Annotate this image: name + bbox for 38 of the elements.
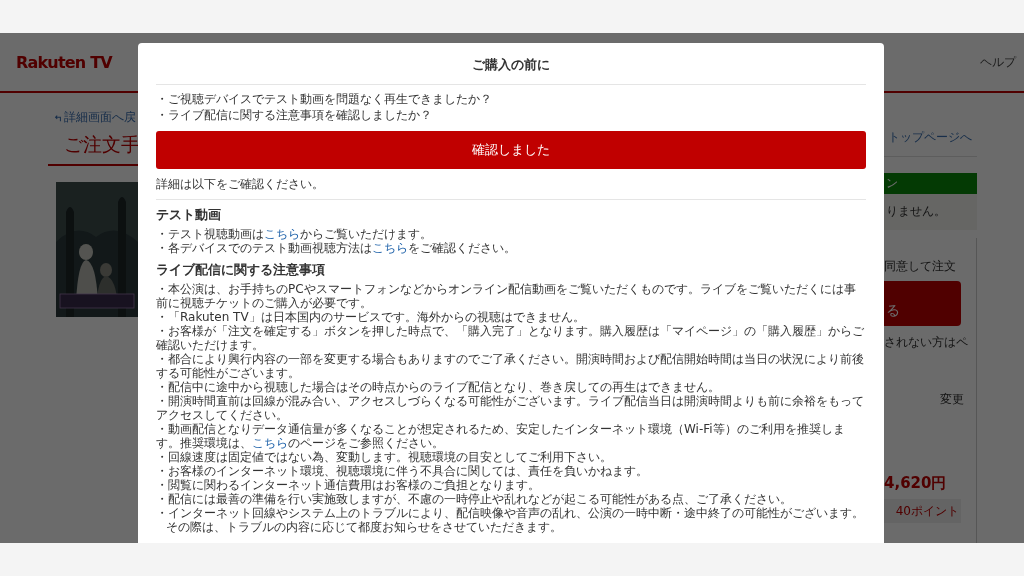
question-text: ・ライブ配信に関する注意事項を確認しましたか？ — [156, 107, 433, 123]
back-arrow-icon — [54, 113, 62, 122]
notice-item: その際は、トラブルの内容に応じて都度お知らせをさせていただきます。 — [165, 520, 563, 534]
help-link[interactable]: ヘルプ — [980, 53, 1016, 71]
notice-text: りません。 — [884, 194, 977, 230]
notice-item: ・回線速度は固定値ではない為、変動します。視聴環境の目安としてご利用下さい。 — [156, 450, 613, 464]
link[interactable]: こちら — [372, 241, 408, 255]
page-title: ご注文手 — [64, 133, 140, 155]
notice-item: ・インターネット回線やシステム上のトラブルにより、配信映像や音声の乱れ、公演の一時中断・途中終了の可能性がございます。 — [156, 506, 865, 520]
section-heading: ライブ配信に関する注意事項 — [156, 261, 326, 279]
notice-item: ・お客様が「注文を確定する」ボタンを押した時点で、「購入完了」となります。購入履歴は「マイページ」の「購入履歴」からご確認いただけます。 — [156, 324, 865, 352]
logo[interactable]: Rakuten TV — [16, 52, 112, 72]
notice-item: ・動画配信となりデータ通信量が多くなることが想定されるため、安定したインターネット環境（Wi-Fi等）のご利用を推奨します。推奨環境は、こちらのページをご参照ください。 — [156, 422, 846, 450]
detail-note: 詳細は以下をご確認ください。 — [156, 176, 325, 193]
notice-item: ・配信中に途中から視聴した場合はその時点からのライブ配信となり、巻き戻しての再生はできません。 — [156, 380, 721, 394]
notice-item: ・「Rakuten TV」は日本国内のサービスです。海外からの視聴はできません。 — [156, 310, 586, 324]
notice-item: ・本公演は、お手持ちのPCやスマートフォンなどからオンライン配信動画をご覧いただくものです。ライブをご覧いただくには事前に視聴チケットのご購入が必要です。 — [156, 282, 857, 310]
notice-item: ・各デバイスでのテスト動画視聴方法はこちら をご確認ください。 — [156, 241, 517, 255]
section-heading: テスト動画 — [156, 206, 222, 224]
question-text: ・ご視聴デバイスでテスト動画を問題なく再生できましたか？ — [156, 91, 493, 107]
modal-title: ご購入の前に — [471, 56, 551, 74]
change-link[interactable]: 変更 — [940, 391, 964, 408]
agree-text: 同意して注文 — [884, 258, 956, 275]
back-link[interactable]: 詳細画面へ戻 — [64, 109, 136, 126]
notice-item: ・配信には最善の準備を行い実施致しますが、不慮の一時停止や乱れなどが起こる可能性がある点、ご了承ください。 — [156, 492, 793, 506]
order-button[interactable]: る — [884, 281, 961, 326]
price: 4,620円 — [884, 474, 947, 493]
link[interactable]: こちら — [264, 227, 300, 241]
link[interactable]: こちら — [252, 436, 288, 450]
notice-header: ン — [884, 173, 977, 194]
notice-item: ・お客様のインターネット環境、視聴環境に伴う不具合に関しては、責任を負いかねます。 — [156, 464, 649, 478]
notice-item: ・都合により興行内容の一部を変更する場合もありますのでご了承ください。開演時間および配信開始時間は当日の状況により前後する可能性がございます。 — [156, 352, 865, 380]
points-badge: 40ポイント — [884, 499, 961, 523]
notice-item: ・テスト視聴動画はこちらからご覧いただけます。 — [156, 227, 433, 241]
note-text: されない方はペ — [884, 334, 968, 351]
notice-item: ・閲覧に関わるインターネット通信費用はお客様のご負担となります。 — [156, 478, 541, 492]
notice-item: ・開演時間直前は回線が混み合い、アクセスしづらくなる可能性がございます。ライブ配信当日は開演時間よりも前に余裕をもってアクセスしてください。 — [156, 394, 865, 422]
confirm-button[interactable]: 確認しました — [156, 131, 866, 169]
